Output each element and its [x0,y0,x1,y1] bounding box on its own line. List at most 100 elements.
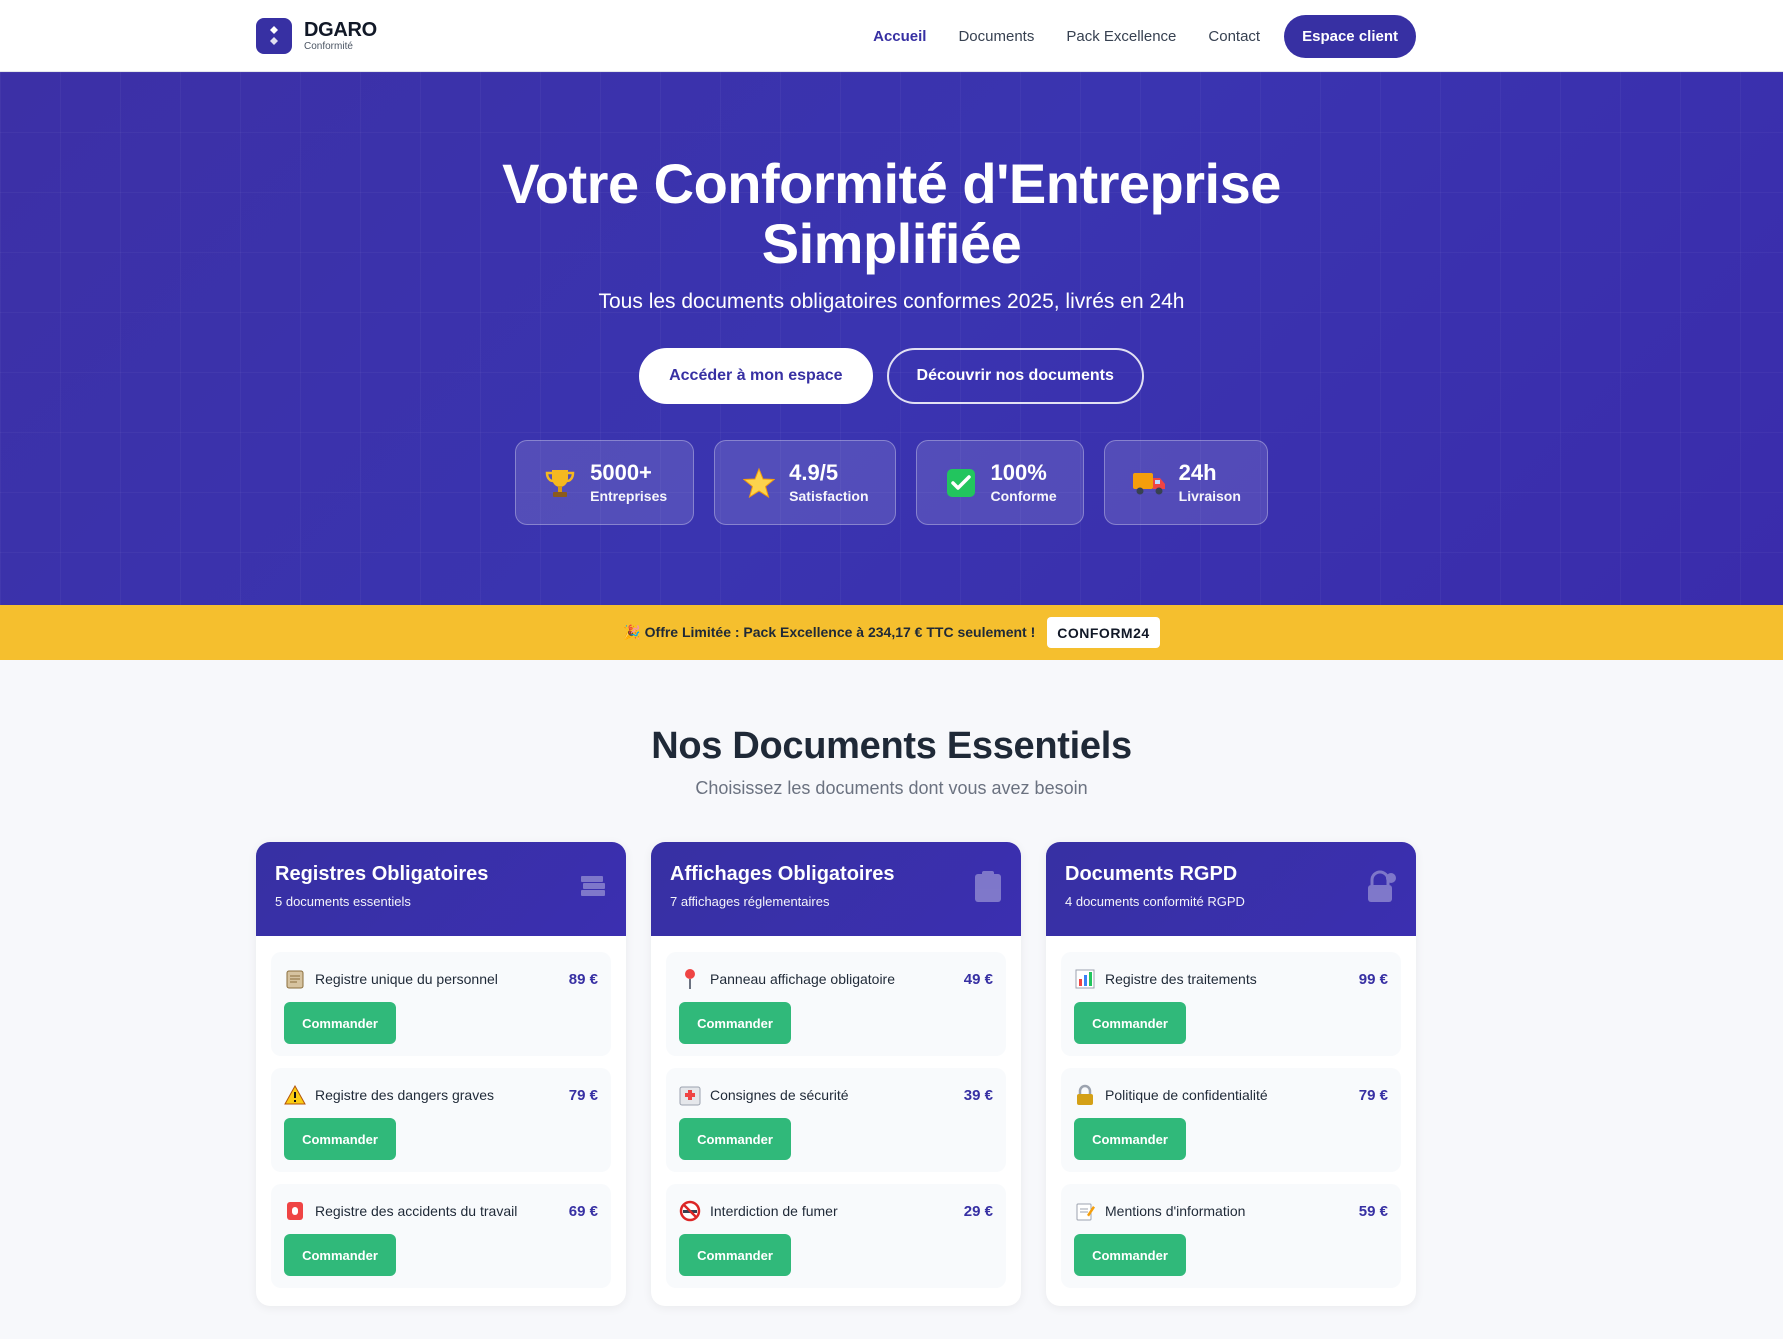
stat-entreprises: 5000+ Entreprises [515,440,695,525]
list-item: Politique de confidentialité 79 € Comman… [1061,1068,1401,1172]
stat-value: 100% [990,459,1047,485]
section-title: Nos Documents Essentiels [651,725,1132,767]
logo-name: DGARO [304,19,377,41]
card-count: 4 documents conformité RGPD [1065,894,1245,909]
commander-button[interactable]: Commander [284,1234,396,1276]
hero-title-line-2: Simplifiée [761,212,1022,275]
item-price: 79 € [1358,1086,1388,1104]
list-item: Registre unique du personnel 89 € Comman… [271,952,611,1056]
card-count: 7 affichages réglementaires [670,894,830,909]
commander-button[interactable]: Commander [1074,1234,1186,1276]
card-documents-rgpd: Documents RGPD 4 documents conformité RG… [1046,842,1416,1306]
stat-label: Conforme [990,487,1057,504]
acceder-espace-button[interactable]: Accéder à mon espace [639,348,873,404]
pin-icon [679,968,701,990]
item-name: Consignes de sécurité [710,1087,849,1103]
logo-icon [256,18,292,54]
item-name: Mentions d'information [1105,1203,1246,1219]
hero-subtitle: Tous les documents obligatoires conforme… [598,290,1185,313]
decouvrir-documents-button[interactable]: Découvrir nos documents [886,348,1144,404]
stat-label: Satisfaction [789,487,869,504]
section-subtitle: Choisissez les documents dont vous avez … [695,778,1088,798]
item-name: Interdiction de fumer [710,1203,838,1219]
warning-icon [284,1084,306,1106]
no-smoking-icon [679,1200,701,1222]
stat-livraison: 24h Livraison [1103,440,1268,525]
books-icon [578,870,608,905]
list-item: Registre des accidents du travail 69 € C… [271,1184,611,1288]
stat-satisfaction: 4.9/5 Satisfaction [714,440,896,525]
document-cards: Registres Obligatoires 5 documents essen… [256,842,1416,1306]
trophy-icon [542,465,578,501]
stat-conforme: 100% Conforme [915,440,1084,525]
item-price: 49 € [963,970,993,988]
star-icon [741,465,777,501]
espace-client-button[interactable]: Espace client [1284,14,1416,58]
item-name: Registre unique du personnel [315,971,498,987]
card-count: 5 documents essentiels [275,894,411,909]
main-nav: Accueil Documents Pack Excellence Contac… [841,14,1416,58]
logo-subtitle: Conformité [304,41,353,52]
list-item: Registre des traitements 99 € Commander [1061,952,1401,1056]
commander-button[interactable]: Commander [1074,1118,1186,1160]
list-item: Interdiction de fumer 29 € Commander [666,1184,1006,1288]
item-price: 29 € [963,1202,993,1220]
truck-icon [1131,465,1167,501]
clipboard-icon [973,870,1003,909]
card-title: Affichages Obligatoires [670,863,895,885]
stat-label: Entreprises [590,487,668,504]
party-icon: 🎉 [623,624,641,640]
item-name: Registre des accidents du travail [315,1203,518,1219]
nav-link-pack-excellence[interactable]: Pack Excellence [1066,28,1176,45]
item-price: 79 € [568,1086,598,1104]
lock-icon [1364,870,1398,909]
chart-icon [1074,968,1096,990]
stat-label: Livraison [1178,487,1241,504]
item-name: Registre des traitements [1105,971,1257,987]
commander-button[interactable]: Commander [679,1002,791,1044]
list-item: Consignes de sécurité 39 € Commander [666,1068,1006,1172]
list-item: Panneau affichage obligatoire 49 € Comma… [666,952,1006,1056]
card-title: Documents RGPD [1065,863,1238,885]
card-registres-obligatoires: Registres Obligatoires 5 documents essen… [256,842,626,1306]
nav-link-contact[interactable]: Contact [1208,28,1260,45]
item-price: 89 € [568,970,598,988]
promo-message: Offre Limitée : Pack Excellence à 234,17… [644,624,1036,640]
lock-icon [1074,1084,1096,1106]
logo[interactable]: DGARO Conformité [256,18,377,54]
item-price: 69 € [568,1202,598,1220]
card-header: Documents RGPD 4 documents conformité RG… [1046,842,1416,936]
card-header: Registres Obligatoires 5 documents essen… [256,842,626,936]
commander-button[interactable]: Commander [1074,1002,1186,1044]
siren-icon [284,1200,306,1222]
commander-button[interactable]: Commander [679,1118,791,1160]
card-affichages-obligatoires: Affichages Obligatoires 7 affichages rég… [651,842,1021,1306]
memo-icon [1074,1200,1096,1222]
commander-button[interactable]: Commander [284,1118,396,1160]
nav-link-accueil[interactable]: Accueil [873,28,926,45]
stat-value: 5000+ [590,459,652,485]
item-name: Panneau affichage obligatoire [710,971,896,987]
item-name: Politique de confidentialité [1105,1087,1268,1103]
hero-section: Votre Conformité d'Entreprise Simplifiée… [0,72,1783,605]
check-icon [943,465,979,501]
hospital-icon [679,1084,701,1106]
item-name: Registre des dangers graves [315,1087,494,1103]
hero-title-line-1: Votre Conformité d'Entreprise [502,152,1281,215]
card-title: Registres Obligatoires [275,863,489,885]
item-price: 59 € [1358,1202,1388,1220]
clipboard-icon [284,968,306,990]
stat-value: 4.9/5 [789,459,839,485]
promo-code[interactable]: CONFORM24 [1047,617,1160,648]
commander-button[interactable]: Commander [284,1002,396,1044]
list-item: Mentions d'information 59 € Commander [1061,1184,1401,1288]
commander-button[interactable]: Commander [679,1234,791,1276]
promo-text: 🎉 Offre Limitée : Pack Excellence à 234,… [623,624,1035,641]
nav-link-documents[interactable]: Documents [958,28,1034,45]
stat-value: 24h [1178,459,1217,485]
item-price: 39 € [963,1086,993,1104]
hero-title: Votre Conformité d'Entreprise Simplifiée [0,154,1783,274]
promo-banner: 🎉 Offre Limitée : Pack Excellence à 234,… [0,605,1783,660]
site-header: DGARO Conformité Accueil Documents Pack … [0,0,1783,72]
card-header: Affichages Obligatoires 7 affichages rég… [651,842,1021,936]
